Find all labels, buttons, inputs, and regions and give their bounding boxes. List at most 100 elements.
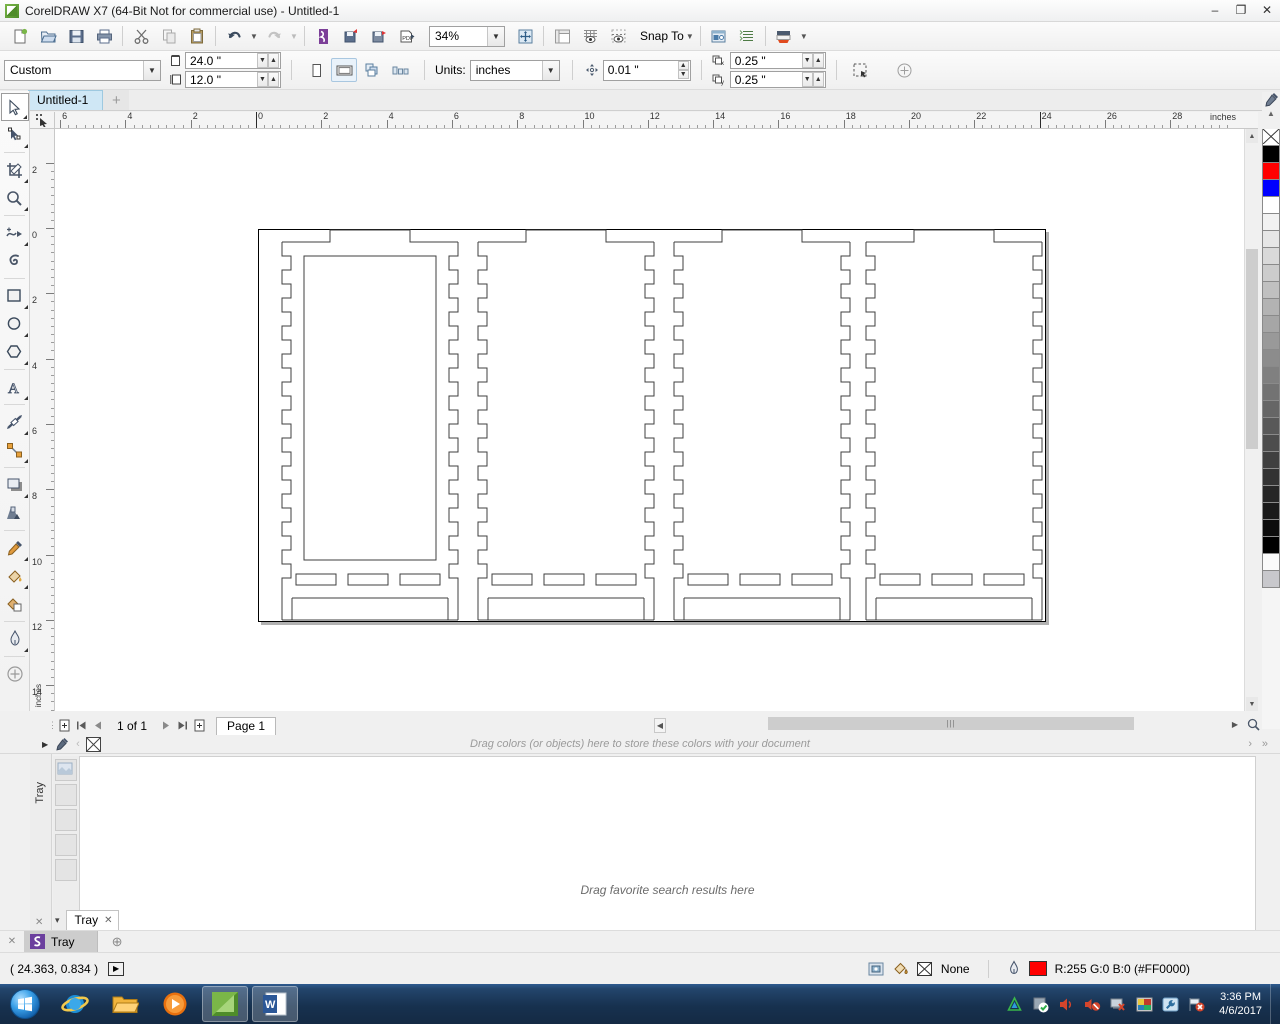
fill-color-icon[interactable]	[892, 961, 909, 977]
tray-option-1-icon[interactable]	[55, 784, 77, 806]
show-guidelines-button[interactable]	[605, 24, 631, 48]
smart-drawing-tool[interactable]	[1, 247, 29, 275]
antivirus-shield-icon[interactable]	[1032, 996, 1049, 1013]
zoom-tool[interactable]	[1, 184, 29, 212]
open-document-button[interactable]	[35, 24, 61, 48]
outline-pen-flyout-icon[interactable]	[23, 648, 28, 652]
panel-top-edge-with-tab[interactable]	[674, 229, 850, 243]
zoom-to-fit-button[interactable]	[1245, 717, 1261, 732]
duplicate-distance-x-field[interactable]: 0.25 " ▼ ▲	[729, 52, 826, 69]
object-manager-button[interactable]	[734, 24, 760, 48]
tray-option-2-icon[interactable]	[55, 809, 77, 831]
undo-button[interactable]	[221, 24, 247, 48]
print-document-button[interactable]	[91, 24, 117, 48]
taskbar-word[interactable]: W	[252, 986, 298, 1022]
interactive-fill-flyout-icon[interactable]	[23, 585, 28, 589]
tray-option-4-icon[interactable]	[55, 859, 77, 881]
palette-swatch[interactable]	[1262, 384, 1280, 401]
shadow-tool-flyout-icon[interactable]	[23, 494, 28, 498]
next-page-button[interactable]	[157, 717, 174, 734]
new-document-button[interactable]	[7, 24, 33, 48]
fill-none-swatch-icon[interactable]	[916, 961, 933, 977]
panel-top-edge-with-tab[interactable]	[282, 229, 458, 243]
crop-tool-flyout-icon[interactable]	[23, 179, 28, 183]
add-tray-button[interactable]: ⊕	[112, 934, 123, 950]
volume-icon[interactable]	[1058, 996, 1075, 1013]
panel-slot-cutout[interactable]	[543, 573, 585, 586]
default-color-palette[interactable]	[1262, 129, 1280, 729]
panel-left-finger-edge[interactable]	[673, 242, 684, 620]
application-launcher-button[interactable]	[771, 24, 797, 48]
units-combo[interactable]: inches ▼	[469, 59, 560, 81]
copy-button[interactable]	[156, 24, 182, 48]
snap-indicator-icon[interactable]	[868, 961, 884, 977]
rectangle-tool-flyout-icon[interactable]	[23, 305, 28, 309]
zoom-tool-flyout-icon[interactable]	[23, 207, 28, 211]
add-page-after-button[interactable]	[191, 717, 208, 734]
nudge-offset-field[interactable]: 0.01 " ▲ ▼	[602, 59, 691, 81]
palette-swatch[interactable]	[1262, 282, 1280, 299]
panel-slot-cutout[interactable]	[931, 573, 973, 586]
tray-side-close-icon[interactable]: ✕	[35, 917, 43, 928]
scroll-right-button[interactable]: ▶	[1228, 717, 1242, 731]
close-button[interactable]: ✕	[1254, 0, 1280, 21]
panel-slot-cutout[interactable]	[595, 573, 637, 586]
show-grid-button[interactable]	[577, 24, 603, 48]
previous-page-button[interactable]	[90, 717, 107, 734]
landscape-orientation-button[interactable]	[331, 58, 357, 82]
nudge-up[interactable]: ▲	[677, 60, 689, 70]
panel-slot-cutout[interactable]	[687, 573, 729, 586]
show-desktop-button[interactable]	[1270, 984, 1280, 1024]
customize-toolbox-button[interactable]	[1, 660, 29, 688]
panel-top-edge-with-tab[interactable]	[866, 229, 1042, 243]
outline-pen-tool[interactable]	[1, 625, 29, 653]
add-page-before-button[interactable]	[56, 717, 73, 734]
palette-swatch[interactable]	[1262, 520, 1280, 537]
shape-tool-flyout-icon[interactable]	[23, 144, 28, 148]
palette-swatch[interactable]	[1262, 333, 1280, 350]
page-width-up[interactable]: ▲	[268, 53, 279, 68]
vertical-scroll-thumb[interactable]	[1246, 249, 1258, 449]
application-launcher-caret-icon[interactable]: ▼	[798, 25, 810, 47]
connector-tool[interactable]	[1, 436, 29, 464]
page-width-field[interactable]: 24.0 " ▼ ▲	[185, 52, 281, 69]
volume-muted-icon[interactable]	[1084, 996, 1101, 1013]
palette-scroll-up-icon[interactable]: ▲	[1263, 107, 1279, 119]
save-document-button[interactable]	[63, 24, 89, 48]
page-nav-scroll-left[interactable]: ◀	[654, 718, 666, 733]
page-preset-arrow-icon[interactable]: ▼	[143, 60, 160, 80]
canvas-vertical-scrollbar[interactable]: ▲ ▼	[1244, 129, 1258, 711]
connector-tool-flyout-icon[interactable]	[23, 459, 28, 463]
text-tool-flyout-icon[interactable]	[23, 396, 28, 400]
portrait-orientation-button[interactable]	[303, 58, 329, 82]
color-eyedropper-flyout-icon[interactable]	[23, 557, 28, 561]
shadow-tool[interactable]	[1, 471, 29, 499]
flag-action-center-icon[interactable]	[1188, 996, 1205, 1013]
dupx-up[interactable]: ▲	[812, 53, 824, 68]
palette-swatch[interactable]	[1262, 265, 1280, 282]
palette-swatch[interactable]	[1262, 214, 1280, 231]
panel-left-finger-edge[interactable]	[281, 242, 292, 620]
dupy-up[interactable]: ▲	[812, 72, 824, 87]
show-rulers-button[interactable]	[549, 24, 575, 48]
palette-swatch[interactable]	[1262, 316, 1280, 333]
cut-button[interactable]	[128, 24, 154, 48]
page-height-down[interactable]: ▼	[257, 72, 268, 87]
first-page-button[interactable]	[73, 717, 90, 734]
palette-swatch[interactable]	[1262, 486, 1280, 503]
palette-swatch[interactable]	[1262, 180, 1280, 197]
panel-left-finger-edge[interactable]	[477, 242, 488, 620]
options-button[interactable]	[706, 24, 732, 48]
minimize-button[interactable]: –	[1202, 0, 1228, 21]
rectangle-tool[interactable]	[1, 282, 29, 310]
units-arrow-icon[interactable]: ▼	[541, 60, 559, 80]
palette-swatch[interactable]	[1262, 299, 1280, 316]
tray-thumbnail-icon[interactable]	[55, 759, 77, 781]
import-button[interactable]	[310, 24, 336, 48]
panel-foot-cut[interactable]	[487, 598, 645, 620]
palette-swatch[interactable]	[1262, 503, 1280, 520]
laser-cut-panels-artwork[interactable]	[55, 129, 1244, 711]
panel-slot-cutout[interactable]	[791, 573, 833, 586]
taskbar-coreldraw[interactable]	[202, 986, 248, 1022]
dimension-tool[interactable]	[1, 408, 29, 436]
